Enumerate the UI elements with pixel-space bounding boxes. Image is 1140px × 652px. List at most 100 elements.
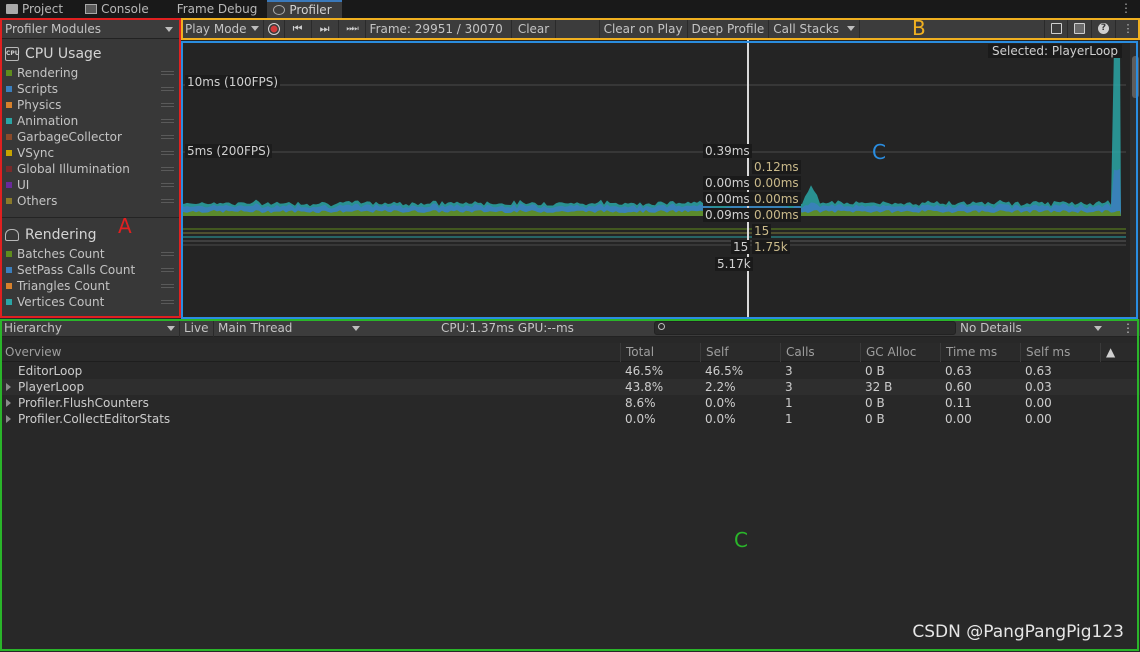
series-scripts-area: [181, 168, 1121, 216]
expand-arrow-icon[interactable]: [6, 383, 11, 391]
legend-label: Scripts: [17, 82, 59, 96]
row-name: EditorLoop: [18, 364, 83, 378]
tab-console-label: Console: [101, 2, 149, 16]
drag-handle-icon[interactable]: [161, 252, 174, 256]
play-mode-dropdown[interactable]: Play Mode: [181, 18, 264, 39]
drag-handle-icon[interactable]: [161, 71, 174, 75]
expand-arrow-icon[interactable]: [6, 399, 11, 407]
tab-profiler-label: Profiler: [289, 3, 332, 17]
color-swatch: [6, 299, 12, 305]
col-calls[interactable]: Calls: [780, 343, 860, 362]
save-icon: [1074, 23, 1085, 34]
legend-label: UI: [17, 178, 30, 192]
last-frame-button[interactable]: ⏭⏭: [339, 18, 366, 39]
more-options-icon: ⋮: [1122, 22, 1134, 35]
profiler-modules-panel: Profiler Modules CPU CPU Usage Rendering…: [0, 19, 180, 318]
col-overview[interactable]: Overview: [0, 343, 620, 362]
table-row[interactable]: EditorLoop 46.5% 46.5% 3 0 B 0.63 0.63: [0, 363, 1140, 379]
cell-total: 0.0%: [625, 412, 656, 426]
cpu-legend-item[interactable]: GarbageCollector: [0, 129, 179, 145]
rendering-legend-item[interactable]: Triangles Count: [0, 278, 179, 294]
thread-dropdown[interactable]: Main Thread: [214, 319, 364, 337]
col-sort-toggle[interactable]: ▲: [1100, 343, 1140, 362]
view-mode-dropdown[interactable]: Hierarchy: [0, 318, 180, 337]
deep-profile-button[interactable]: Deep Profile: [688, 18, 770, 39]
cell-selfms: 0.03: [1025, 380, 1052, 394]
search-input[interactable]: [654, 321, 956, 335]
cpu-legend-item[interactable]: Scripts: [0, 81, 179, 97]
color-swatch: [6, 86, 12, 92]
details-dropdown[interactable]: No Details: [956, 319, 1106, 337]
clear-button[interactable]: Clear: [512, 18, 557, 39]
col-total[interactable]: Total: [620, 343, 700, 362]
rendering-legend-item[interactable]: SetPass Calls Count: [0, 262, 179, 278]
rendering-legend-item[interactable]: Batches Count: [0, 246, 179, 262]
cell-calls: 1: [785, 396, 793, 410]
cpu-gpu-timing: CPU:1.37ms GPU:--ms: [441, 320, 574, 335]
cell-gc: 0 B: [865, 396, 885, 410]
col-self[interactable]: Self: [700, 343, 780, 362]
toolbar-menu-button[interactable]: ⋮: [1116, 19, 1140, 39]
tab-menu-icon[interactable]: ⋮: [1120, 0, 1132, 16]
table-row[interactable]: PlayerLoop 43.8% 2.2% 3 32 B 0.60 0.03: [0, 379, 1140, 395]
view-mode-label: Hierarchy: [4, 320, 63, 335]
help-button[interactable]: ?: [1092, 18, 1116, 39]
drag-handle-icon[interactable]: [161, 268, 174, 272]
cpu-legend-item[interactable]: VSync: [0, 145, 179, 161]
rendering-legend-item[interactable]: Vertices Count: [0, 294, 179, 310]
clear-on-play-button[interactable]: Clear on Play: [598, 18, 688, 39]
table-row[interactable]: Profiler.FlushCounters 8.6% 0.0% 1 0 B 0.11 0.…: [0, 395, 1140, 411]
drag-handle-icon[interactable]: [161, 87, 174, 91]
cpu-legend-item[interactable]: Rendering: [0, 65, 179, 81]
save-button[interactable]: [1068, 18, 1092, 39]
live-toggle[interactable]: Live: [180, 318, 214, 337]
chart-scrollbar[interactable]: [1130, 40, 1140, 318]
drag-handle-icon[interactable]: [161, 151, 174, 155]
load-button[interactable]: [1044, 18, 1068, 39]
thread-label: Main Thread: [218, 320, 293, 335]
cpu-legend-item[interactable]: UI: [0, 177, 179, 193]
legend-label: Vertices Count: [17, 295, 105, 309]
drag-handle-icon[interactable]: [161, 199, 174, 203]
cell-calls: 1: [785, 412, 793, 426]
cell-calls: 3: [785, 364, 793, 378]
tab-console[interactable]: Console: [79, 0, 159, 18]
profiler-chart-area[interactable]: 10ms (100FPS) 5ms (200FPS) Selected: Pla…: [181, 40, 1140, 318]
chart-scrollbar-thumb[interactable]: [1132, 56, 1139, 98]
call-stacks-dropdown[interactable]: Call Stacks: [769, 18, 860, 39]
tab-frame-debug[interactable]: Frame Debug: [171, 0, 268, 18]
cpu-legend-item[interactable]: Physics: [0, 97, 179, 113]
expand-arrow-icon[interactable]: [6, 415, 11, 423]
drag-handle-icon[interactable]: [161, 135, 174, 139]
color-swatch: [6, 134, 12, 140]
col-self-ms[interactable]: Self ms: [1020, 343, 1100, 362]
record-button[interactable]: [264, 18, 285, 39]
table-row[interactable]: Profiler.CollectEditorStats 0.0% 0.0% 1 0 B 0…: [0, 411, 1140, 427]
tab-project[interactable]: Project: [0, 0, 73, 18]
drag-handle-icon[interactable]: [161, 167, 174, 171]
legend-label: Physics: [17, 98, 62, 112]
drag-handle-icon[interactable]: [161, 300, 174, 304]
drag-handle-icon[interactable]: [161, 103, 174, 107]
drag-handle-icon[interactable]: [161, 183, 174, 187]
drag-handle-icon[interactable]: [161, 284, 174, 288]
cpu-legend-item[interactable]: Others: [0, 193, 179, 209]
legend-label: GarbageCollector: [17, 130, 122, 144]
col-time-ms[interactable]: Time ms: [940, 343, 1020, 362]
module-cpu-usage[interactable]: CPU CPU Usage: [0, 39, 179, 65]
play-mode-label: Play Mode: [185, 21, 247, 36]
cpu-legend-item[interactable]: Animation: [0, 113, 179, 129]
tab-profiler[interactable]: Profiler: [267, 0, 342, 18]
profiler-modules-dropdown[interactable]: Profiler Modules: [0, 19, 179, 39]
cpu-legend-item[interactable]: Global Illumination: [0, 161, 179, 177]
col-gc-alloc[interactable]: GC Alloc: [860, 343, 940, 362]
prev-frame-button[interactable]: ⏮: [285, 18, 312, 39]
help-icon: ?: [1098, 23, 1109, 34]
annotation-letter: A: [118, 214, 132, 238]
details-menu-button[interactable]: ⋮: [1118, 319, 1138, 337]
drag-handle-icon[interactable]: [161, 119, 174, 123]
rendering-legend: Batches Count SetPass Calls Count Triangle…: [0, 246, 179, 310]
module-rendering[interactable]: Rendering: [0, 220, 179, 246]
cursor-label-right-5: 15: [752, 224, 772, 238]
next-frame-button[interactable]: ⏭: [312, 18, 339, 39]
